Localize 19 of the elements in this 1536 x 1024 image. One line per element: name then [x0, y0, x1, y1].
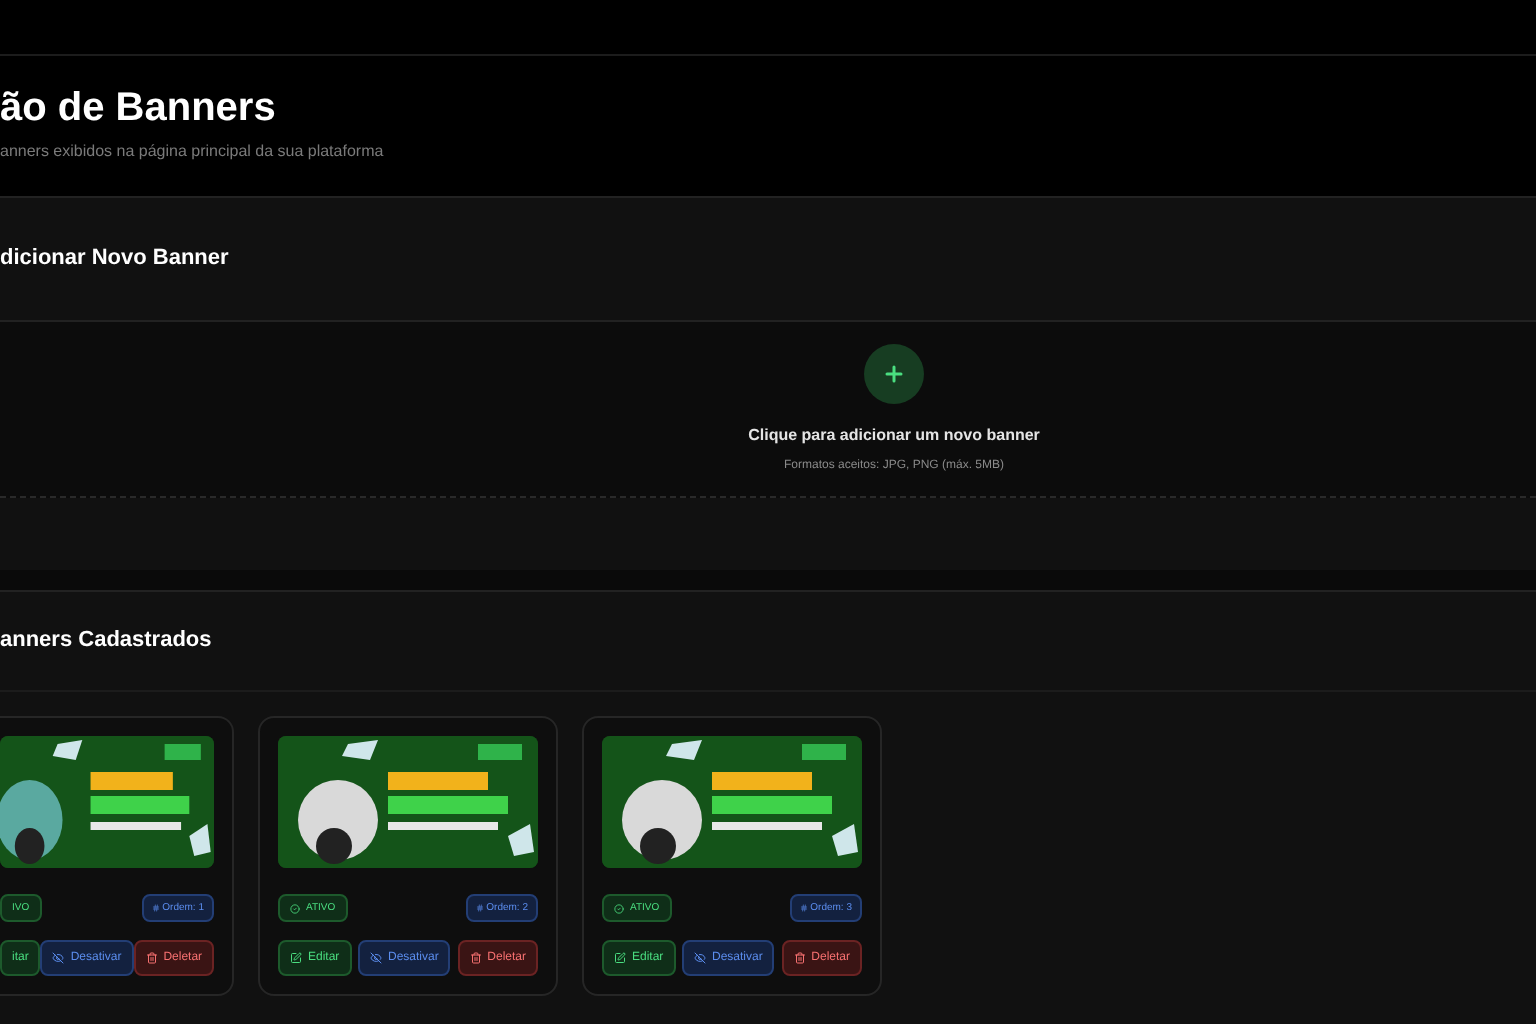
edit-icon: [614, 952, 626, 964]
section-title: dicionar Novo Banner: [0, 244, 229, 275]
hash-icon: [800, 904, 809, 912]
trash-icon: [145, 952, 158, 964]
check-icon: [614, 903, 624, 913]
hash-icon: [152, 904, 161, 912]
eye-off-icon: [694, 952, 706, 964]
hash-icon: [476, 904, 485, 912]
check-icon: [290, 903, 300, 913]
eye-off-icon: [52, 952, 65, 964]
add-icon: [864, 343, 924, 403]
upload-label: Clique para adicionar um novo banner: [748, 423, 1040, 447]
page-title: ão de Banners: [0, 84, 278, 132]
edit-icon: [290, 952, 302, 964]
page-subtitle: anners exibidos na página principal da sua plataforma: [0, 140, 386, 164]
trash-icon: [793, 952, 806, 964]
section-title: anners Cadastrados: [0, 626, 212, 657]
eye-off-icon: [370, 952, 382, 964]
trash-icon: [469, 952, 482, 964]
